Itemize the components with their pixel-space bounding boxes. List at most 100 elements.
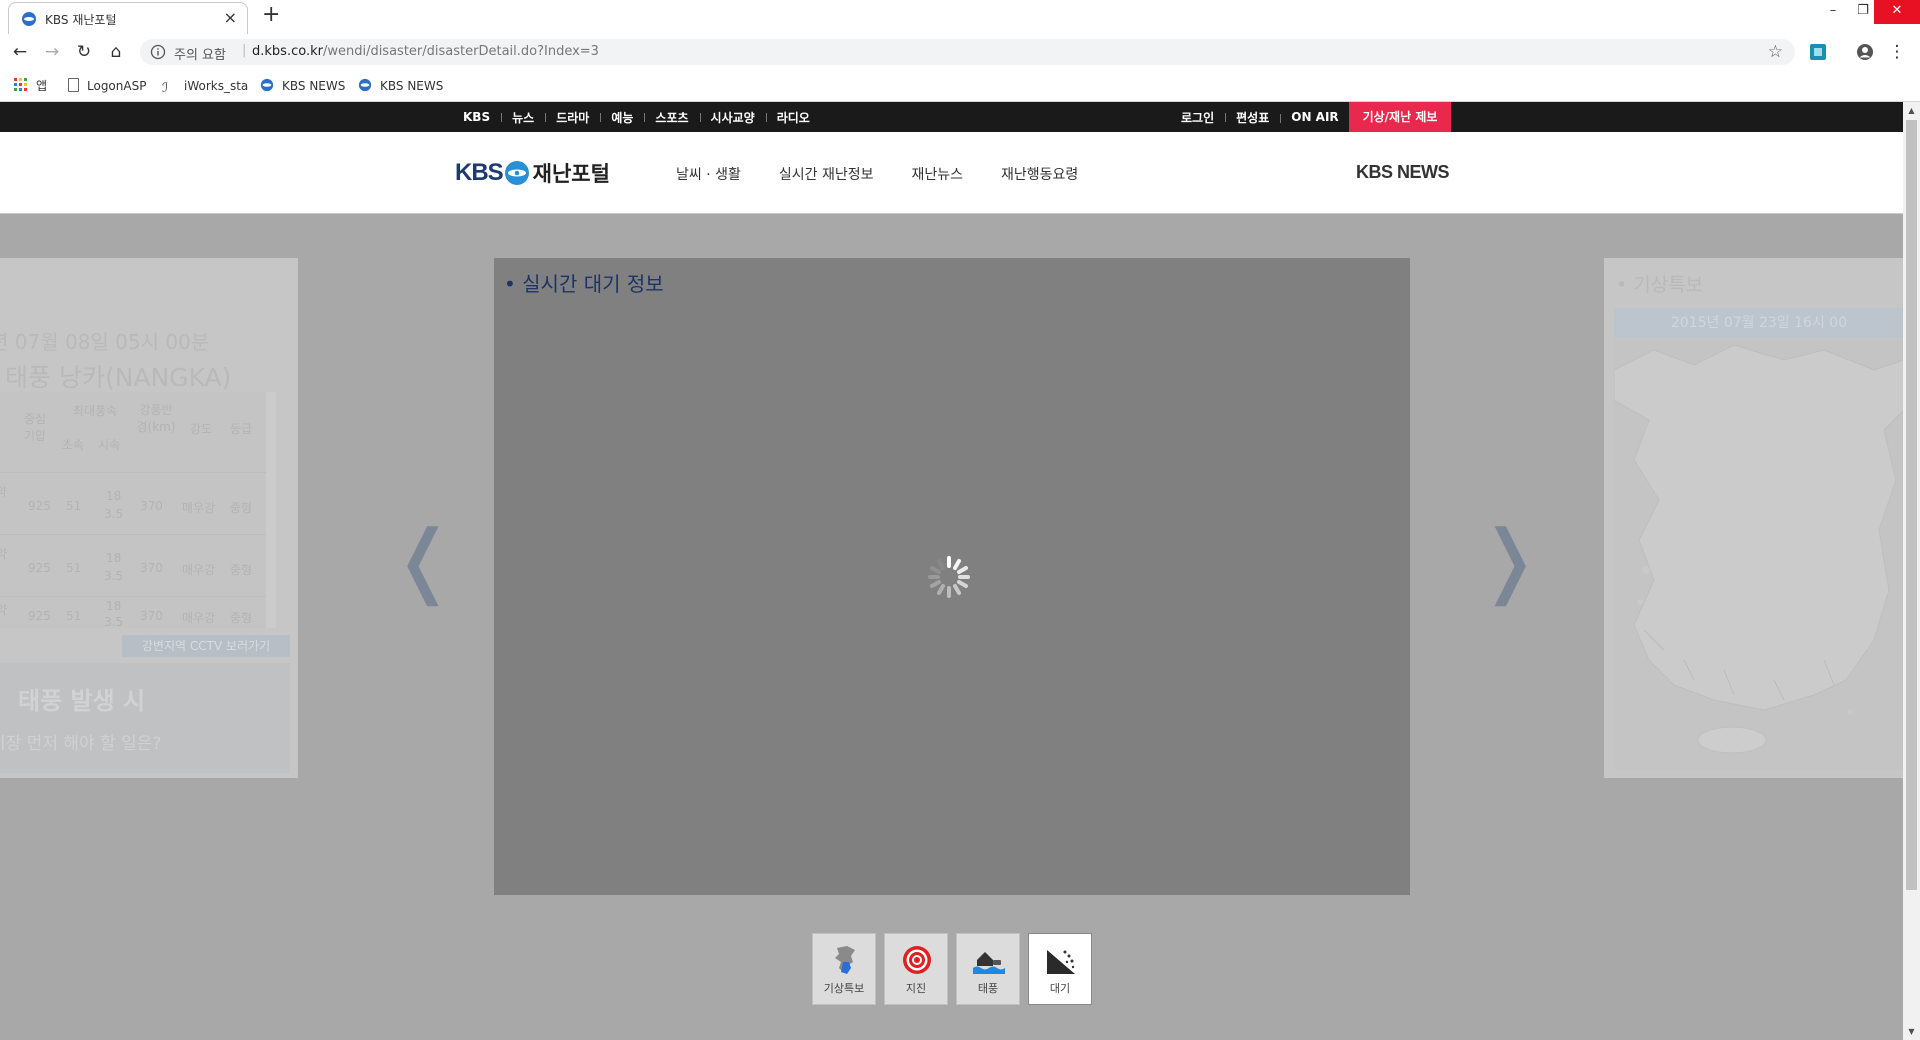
banner-title: 태풍 발생 시: [18, 687, 146, 715]
topnav-kbs[interactable]: KBS: [452, 110, 501, 124]
bookmark-iworks[interactable]: ℐiWorks_sta: [162, 77, 248, 96]
table-header: 시속: [97, 438, 121, 452]
korea-warning-map: [1614, 340, 1903, 770]
window-close-icon[interactable]: ✕: [1874, 0, 1920, 24]
on-air-link[interactable]: ON AIR: [1280, 110, 1349, 124]
profile-icon[interactable]: [1855, 42, 1875, 62]
cell: 3.5: [104, 615, 124, 629]
login-link[interactable]: 로그인: [1170, 109, 1225, 126]
cell: 중형: [230, 563, 253, 577]
carousel-card-weather-warning[interactable]: • 기상특보 2015년 07월 23일 16시 00: [1604, 258, 1903, 778]
table-row: 약 925 51 18 3.5 370 매우강 중형: [0, 472, 266, 534]
url-input[interactable]: 주의 요함 | d.kbs.co.kr/wendi/disaster/disas…: [140, 39, 1795, 65]
forward-icon[interactable]: →: [42, 42, 62, 62]
table-header: 등급: [229, 422, 253, 436]
carousel-next-arrow-icon[interactable]: ❭: [1476, 520, 1543, 600]
cell: 370: [140, 499, 163, 513]
category-selector: 기상특보 지진 태풍 대기: [812, 933, 1100, 1005]
flood-house-icon: [973, 952, 1005, 974]
category-label: 대기: [1049, 982, 1071, 995]
table-header: 초속: [61, 438, 85, 452]
topnav-drama[interactable]: 드라마: [545, 109, 600, 126]
korea-map-icon: [835, 946, 855, 974]
category-label: 지진: [905, 982, 927, 995]
bookmark-label: KBS NEWS: [282, 79, 346, 93]
loading-spinner-icon: [928, 556, 970, 598]
menu-realtime-disaster[interactable]: 실시간 재난정보: [779, 164, 874, 184]
bookmark-apps[interactable]: 앱: [14, 77, 47, 95]
minimize-icon[interactable]: –: [1818, 0, 1848, 24]
bookmark-star-icon[interactable]: ☆: [1768, 42, 1783, 62]
table-header: 강풍반경(km): [136, 403, 176, 434]
carousel-card-typhoon[interactable]: 년 07월 08일 05시 00분 태풍 낭카(NANGKA) 중심기압 최대풍…: [0, 258, 298, 778]
landslide-icon: [1047, 950, 1075, 974]
category-label: 태풍: [977, 982, 999, 995]
cell: 925: [28, 499, 51, 513]
disaster-report-button[interactable]: 기상/재난 제보: [1349, 102, 1451, 132]
global-nav-right: 로그인 편성표 ON AIR: [1170, 102, 1350, 132]
security-label: 주의 요함: [174, 48, 226, 63]
browser-tab[interactable]: KBS 재난포털 ×: [8, 2, 248, 34]
table-header: 최대풍속: [72, 404, 118, 418]
bookmark-kbsnews-2[interactable]: KBS NEWS: [358, 77, 443, 95]
cell: 51: [66, 609, 82, 623]
table-row: 약 925 51 18 3.5 370 매우강 중형: [0, 596, 266, 629]
cell: 3.5: [104, 507, 124, 521]
reload-icon[interactable]: ↻: [74, 42, 94, 62]
schedule-link[interactable]: 편성표: [1225, 109, 1280, 126]
cell: 18: [106, 551, 122, 565]
back-icon[interactable]: ←: [10, 42, 30, 62]
cell: 약: [0, 485, 8, 499]
url-text: d.kbs.co.kr/wendi/disaster/disasterDetai…: [252, 44, 599, 59]
cell: 51: [66, 561, 82, 575]
earthquake-target-icon: [903, 946, 931, 974]
cell: 중형: [230, 611, 253, 625]
bookmark-label: LogonASP: [87, 79, 147, 93]
topnav-entertainment[interactable]: 예능: [600, 109, 644, 126]
carousel-card-air-quality: • 실시간 대기 정보: [494, 258, 1410, 895]
address-bar: ← → ↻ ⌂ 주의 요함 | d.kbs.co.kr/wendi/disast…: [0, 34, 1920, 70]
scrollbar-thumb[interactable]: [1906, 120, 1917, 890]
category-typhoon-button[interactable]: 태풍: [956, 933, 1020, 1005]
cell: 약: [0, 603, 8, 617]
topnav-news[interactable]: 뉴스: [501, 109, 545, 126]
topnav-radio[interactable]: 라디오: [765, 109, 821, 126]
carousel-prev-arrow-icon[interactable]: ❬: [390, 520, 457, 600]
url-host: d.kbs.co.kr: [252, 44, 323, 59]
scroll-down-icon[interactable]: ▼: [1903, 1023, 1920, 1040]
cell: 중형: [230, 501, 253, 515]
scroll-up-icon[interactable]: ▲: [1903, 102, 1920, 119]
bookmark-label: 앱: [36, 79, 48, 93]
apps-grid-icon: [14, 78, 27, 91]
new-tab-icon[interactable]: +: [262, 2, 280, 27]
menu-kebab-icon[interactable]: ⋮: [1887, 42, 1907, 62]
category-weather-warning-button[interactable]: 기상특보: [812, 933, 876, 1005]
typhoon-guide-banner[interactable]: 태풍 발생 시 시장 먼저 해야 할 일은?: [0, 663, 290, 773]
extension-icon[interactable]: [1808, 42, 1828, 62]
bookmark-logonasp[interactable]: LogonASP: [68, 77, 146, 95]
topnav-current-affairs[interactable]: 시사교양: [699, 109, 766, 126]
home-icon[interactable]: ⌂: [106, 42, 126, 62]
table-header: 중심기압: [23, 412, 47, 443]
menu-disaster-news[interactable]: 재난뉴스: [912, 164, 964, 184]
menu-weather-life[interactable]: 날씨 · 생활: [676, 164, 741, 184]
browser-tabbar: KBS 재난포털 × + – ❐ ✕: [0, 0, 1920, 34]
kbs-favicon-icon: [358, 78, 372, 92]
kbs-favicon-icon: [260, 78, 274, 92]
logo-portal-text: 재난포털: [532, 162, 610, 186]
info-icon[interactable]: [150, 44, 166, 60]
url-path: /wendi/disaster/disasterDetail.do?Index=…: [322, 44, 599, 59]
category-earthquake-button[interactable]: 지진: [884, 933, 948, 1005]
site-header: KBS 재난포털 날씨 · 생활 실시간 재난정보 재난뉴스 재난행동요령 KB…: [0, 132, 1903, 214]
site-logo[interactable]: KBS 재난포털: [455, 158, 610, 188]
kbs-news-link[interactable]: KBS NEWS: [1356, 162, 1450, 183]
bookmark-kbsnews-1[interactable]: KBS NEWS: [260, 77, 345, 95]
topnav-sports[interactable]: 스포츠: [644, 109, 699, 126]
category-air-quality-button[interactable]: 대기: [1028, 933, 1092, 1005]
tab-close-icon[interactable]: ×: [224, 8, 237, 27]
cctv-button[interactable]: 강변지역 CCTV 보러가기: [122, 635, 290, 657]
page-scrollbar[interactable]: ▲ ▼: [1903, 102, 1920, 1040]
tab-title: KBS 재난포털: [45, 13, 117, 27]
menu-action-guide[interactable]: 재난행동요령: [1001, 164, 1078, 184]
table-scrollbar[interactable]: [266, 392, 276, 628]
